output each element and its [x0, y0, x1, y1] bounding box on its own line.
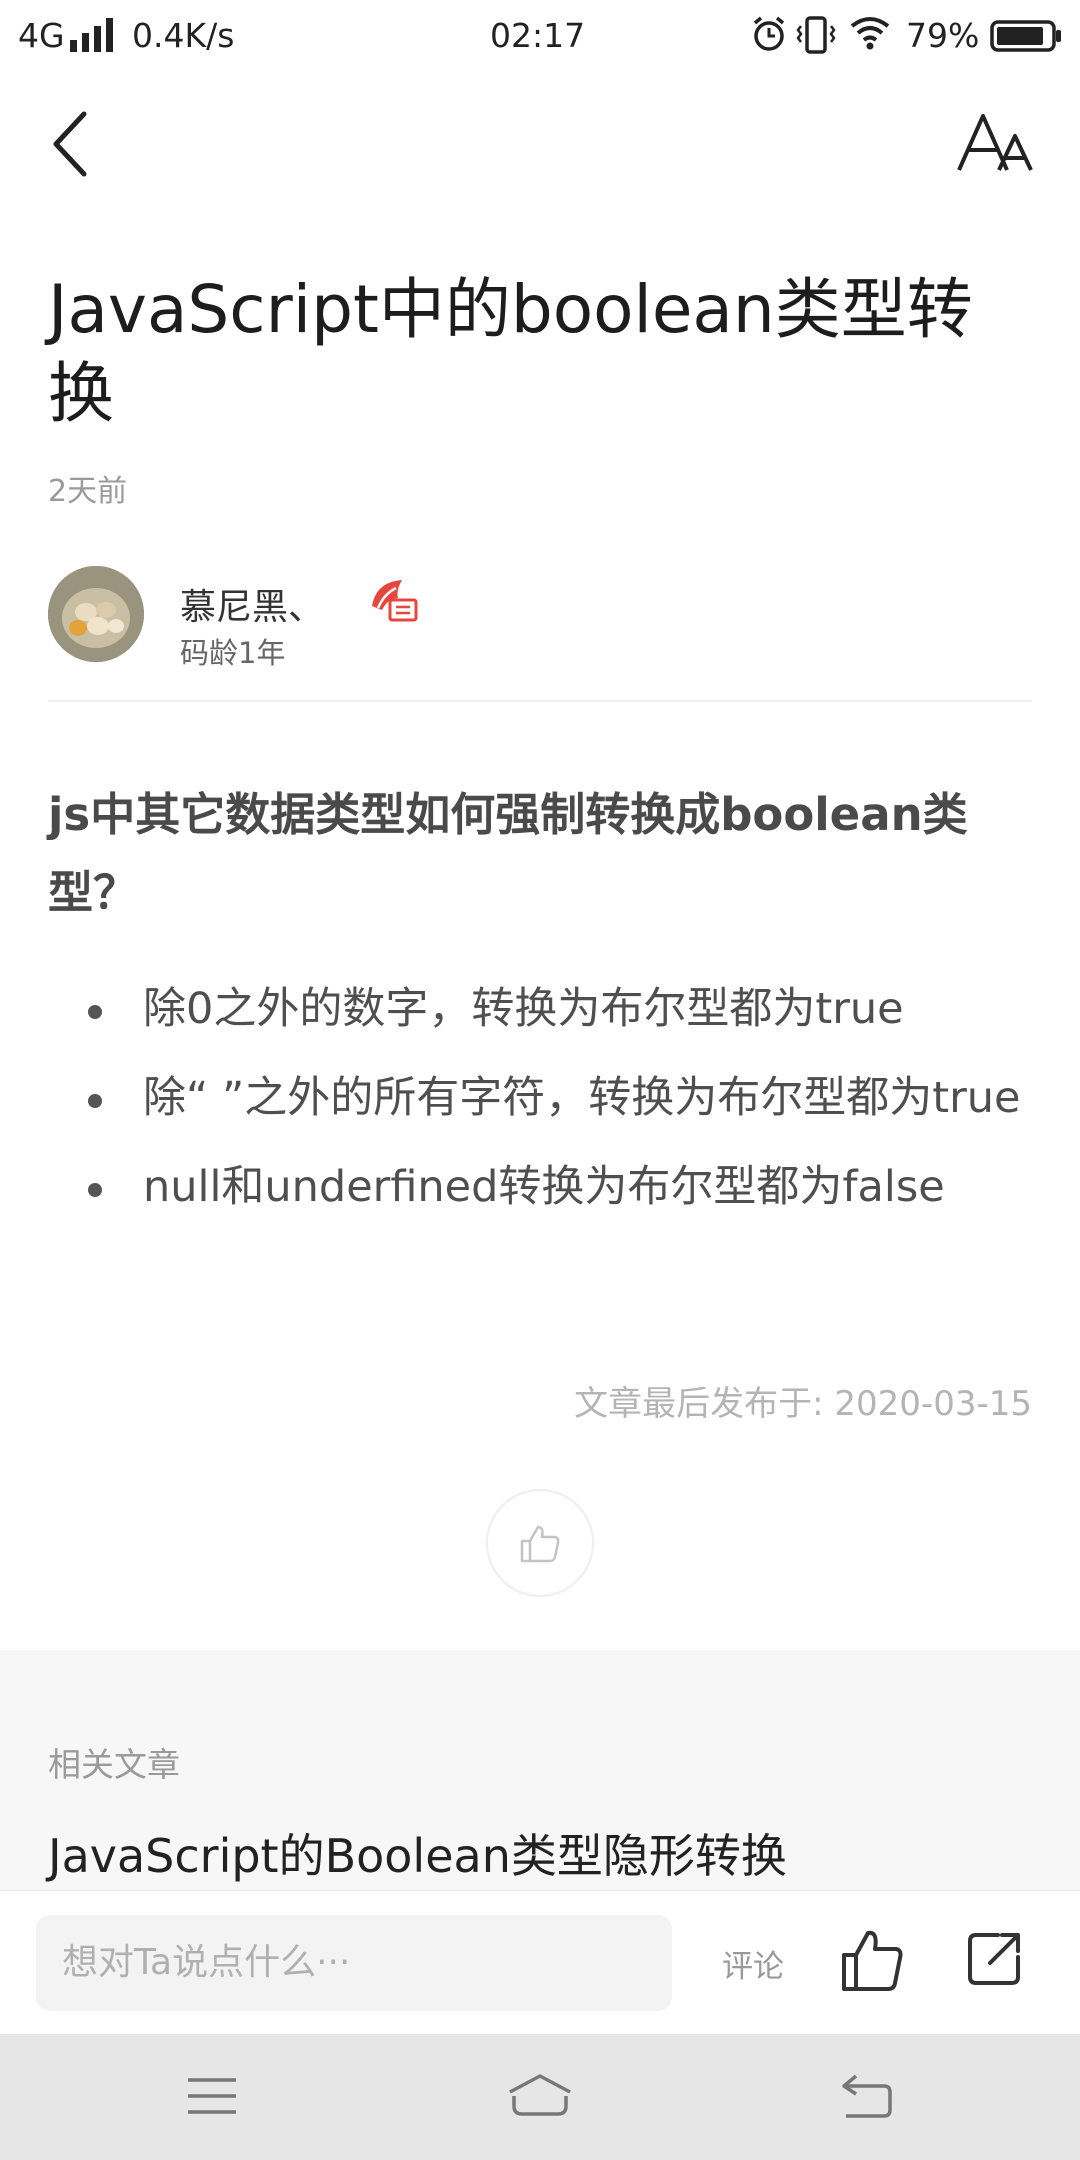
- thumbs-up-icon: [520, 1525, 560, 1563]
- signal-icon: [70, 18, 113, 52]
- clock: 02:17: [490, 16, 586, 55]
- menu-icon[interactable]: [182, 2072, 242, 2120]
- list-item-text: null和underfined转换为布尔型都为false: [143, 1162, 945, 1212]
- status-bar: 4G 0.4K/s 02:17 79%: [0, 0, 1080, 72]
- list-item-text: 除“ ”之外的所有字符，转换为布尔型都为true: [143, 1073, 1021, 1123]
- article-title: JavaScript中的boolean类型转换: [48, 271, 973, 432]
- list-item: 除0之外的数字，转换为布尔型都为true: [48, 976, 1032, 1043]
- article-like-button[interactable]: [486, 1489, 594, 1597]
- comment-button[interactable]: 评论: [722, 1941, 784, 1986]
- comment-input[interactable]: 想对Ta说点什么···: [36, 1915, 672, 2011]
- home-icon[interactable]: [504, 2072, 576, 2120]
- comment-bar: 想对Ta说点什么··· 评论: [0, 1890, 1080, 2034]
- bullet-dot: [88, 1183, 102, 1197]
- divider: [48, 700, 1032, 702]
- alarm-icon: [753, 16, 785, 51]
- bullet-list: 除0之外的数字，转换为布尔型都为true 除“ ”之外的所有字符，转换为布尔型都…: [48, 976, 1032, 1243]
- bullet-dot: [88, 1005, 102, 1019]
- battery-icon: [990, 20, 1061, 52]
- battery-percent: 79%: [906, 16, 980, 55]
- related-article-link[interactable]: JavaScript的Boolean类型隐形转换: [48, 1820, 787, 1886]
- network-speed: 0.4K/s: [132, 16, 235, 55]
- author-code-age: 码龄1年: [180, 636, 286, 670]
- vibrate-icon: [796, 16, 836, 54]
- back-nav-icon[interactable]: [836, 2072, 896, 2120]
- share-button[interactable]: [964, 1929, 1024, 1989]
- related-label: 相关文章: [48, 1745, 180, 1784]
- article-subheading: js中其它数据类型如何强制转换成boolean类型？: [48, 788, 968, 919]
- back-button[interactable]: [44, 106, 104, 182]
- list-item-text: 除0之外的数字，转换为布尔型都为true: [143, 984, 904, 1034]
- article-time-ago: 2天前: [48, 474, 128, 509]
- author-name[interactable]: 慕尼黑、: [180, 578, 324, 630]
- like-button[interactable]: [840, 1927, 904, 1993]
- network-type: 4G: [18, 16, 65, 55]
- font-size-icon[interactable]: [955, 110, 1035, 176]
- related-section: 相关文章 JavaScript的Boolean类型隐形转换: [0, 1650, 1080, 1890]
- list-item: 除“ ”之外的所有字符，转换为布尔型都为true: [48, 1065, 1032, 1132]
- bullet-dot: [88, 1094, 102, 1108]
- publish-date: 文章最后发布于: 2020-03-15: [574, 1384, 1032, 1424]
- system-nav-bar: [0, 2034, 1080, 2160]
- list-item: null和underfined转换为布尔型都为false: [48, 1154, 1032, 1221]
- author-badge-icon: [372, 580, 418, 622]
- avatar[interactable]: [48, 566, 144, 662]
- avatar-image: [48, 566, 144, 662]
- wifi-icon: [850, 17, 890, 50]
